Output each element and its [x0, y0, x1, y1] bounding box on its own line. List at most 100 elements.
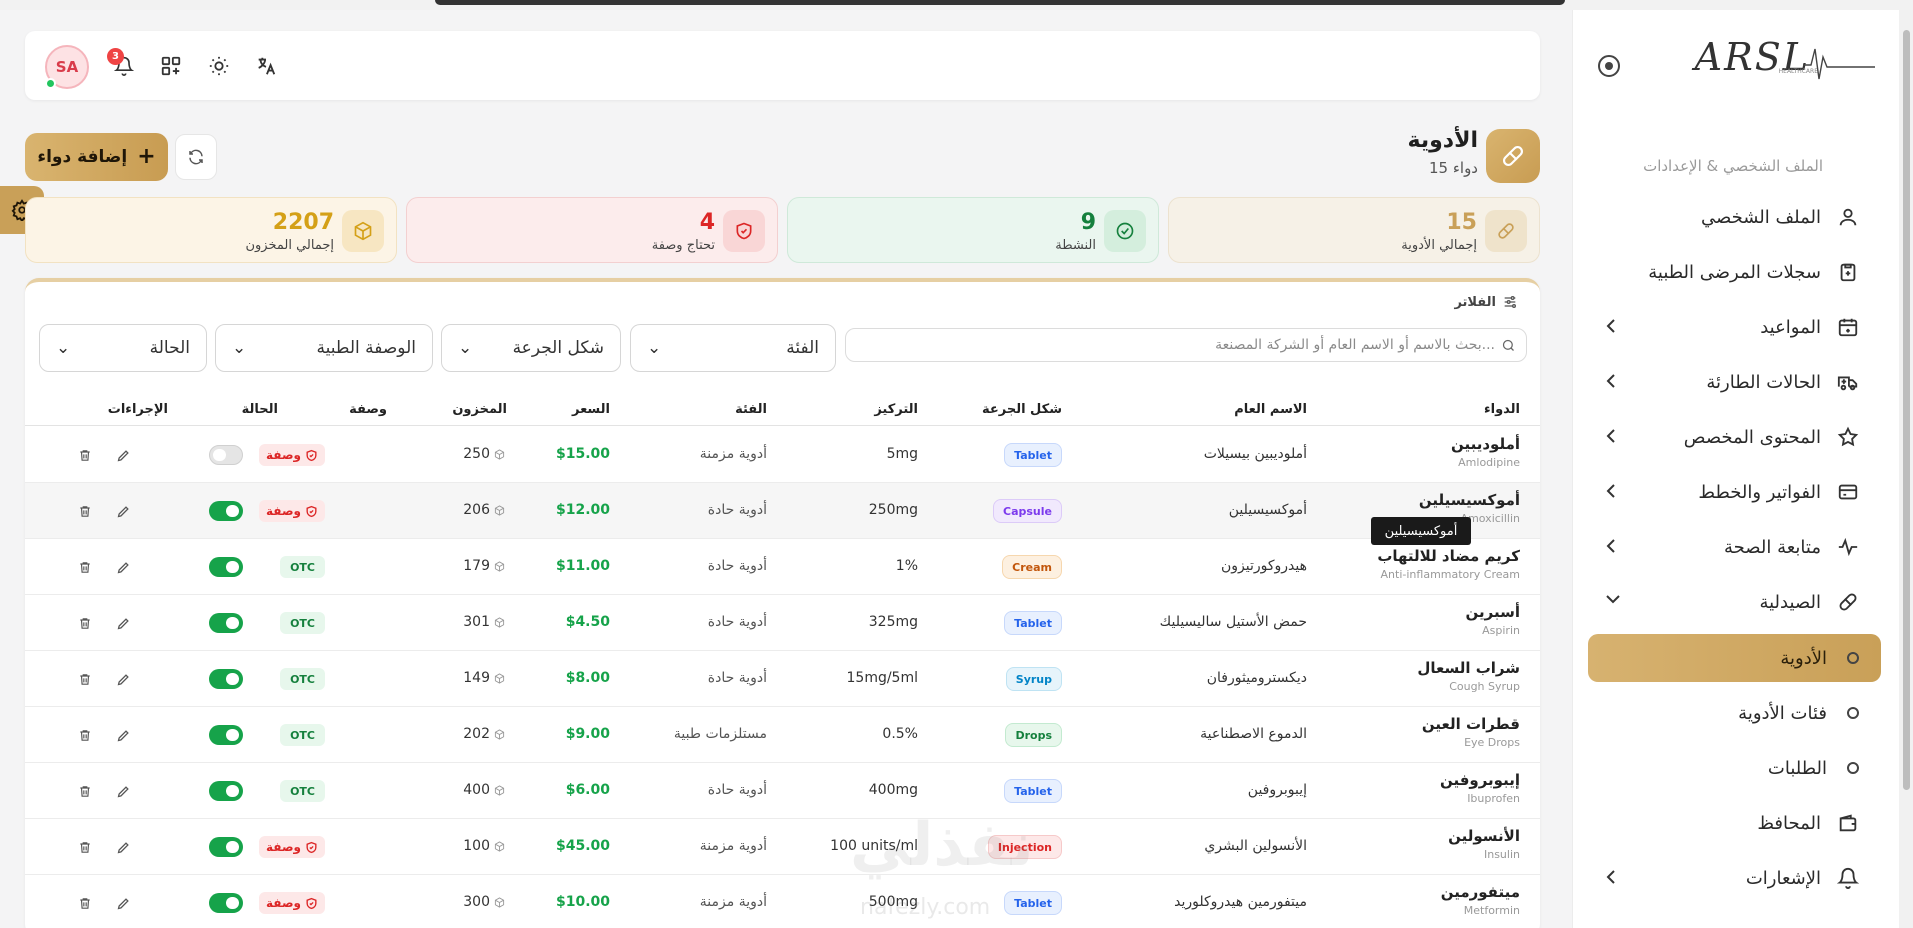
- edit-icon[interactable]: [114, 726, 132, 744]
- drug-name: أموكسيسيلين: [1418, 491, 1520, 509]
- status-toggle[interactable]: [209, 893, 243, 913]
- status-toggle[interactable]: [209, 501, 243, 521]
- edit-icon[interactable]: [114, 614, 132, 632]
- th-drug[interactable]: الدواء: [1484, 402, 1520, 417]
- theme-sun-icon[interactable]: [206, 53, 232, 79]
- sidebar-item-4[interactable]: المحتوى المخصص: [1588, 413, 1881, 461]
- drug-name-cell[interactable]: أسبرين Aspirin: [1466, 603, 1520, 637]
- sidebar-item-10[interactable]: الطلبات: [1588, 744, 1881, 792]
- drug-name-cell[interactable]: ميتفورمين Metformin: [1441, 883, 1520, 917]
- th-generic[interactable]: الاسم العام: [1234, 402, 1307, 417]
- table-row[interactable]: إيبوبروفين Ibuprofen إيبوبروفين Tablet 400mg…: [25, 763, 1540, 819]
- sidebar-item-9[interactable]: فئات الأدوية: [1588, 689, 1881, 737]
- table-row[interactable]: أملوديبين Amlodipine أملوديبين بيسيلات Tabl…: [25, 427, 1540, 483]
- drug-name-cell[interactable]: كريم مضاد للالتهاب Anti-inflammatory Crea…: [1377, 547, 1520, 581]
- edit-icon[interactable]: [114, 446, 132, 464]
- table-row[interactable]: أموكسيسيلين Amoxicillin أموكسيسيلين Capsule…: [25, 483, 1540, 539]
- sidebar-item-6[interactable]: متابعة الصحة: [1588, 523, 1881, 571]
- trash-icon[interactable]: [76, 446, 94, 464]
- drug-name-cell[interactable]: قطرات العين Eye Drops: [1422, 715, 1520, 749]
- status-select[interactable]: ⌄ الحالة: [39, 324, 207, 372]
- stat-active-value: 9: [1080, 210, 1096, 235]
- sidebar-item-1[interactable]: سجلات المرضى الطبية: [1588, 248, 1881, 296]
- strength: 250mg: [868, 502, 918, 518]
- status-toggle[interactable]: [209, 669, 243, 689]
- trash-icon[interactable]: [76, 782, 94, 800]
- drug-name: الأنسولين: [1448, 827, 1520, 845]
- box-icon: [494, 672, 505, 684]
- scrollbar-thumb[interactable]: [1903, 30, 1910, 790]
- generic-name: الدموع الاصطناعية: [1200, 726, 1307, 742]
- trash-icon[interactable]: [76, 894, 94, 912]
- drug-name-en: Anti-inflammatory Cream: [1380, 568, 1520, 581]
- apps-grid-icon[interactable]: [158, 53, 184, 79]
- rx-badge: وصفة: [259, 892, 325, 914]
- sidebar-item-2[interactable]: المواعيد: [1588, 303, 1881, 351]
- edit-icon[interactable]: [114, 782, 132, 800]
- price: $6.00: [565, 782, 610, 798]
- search-input[interactable]: بحث بالاسم أو الاسم العام أو الشركة المص…: [845, 328, 1527, 362]
- category-select[interactable]: ⌄ الفئة: [630, 324, 836, 372]
- status-toggle[interactable]: [209, 725, 243, 745]
- sidebar-item-7[interactable]: الصيدلية: [1588, 578, 1881, 626]
- table-header: الدواء الاسم العام شكل الجرعة التركيز ال…: [25, 392, 1540, 426]
- drug-name-cell[interactable]: شراب السعال Cough Syrup: [1417, 659, 1520, 693]
- rx-label: وصفة: [266, 840, 301, 854]
- table-row[interactable]: قطرات العين Eye Drops الدموع الاصطناعية Dro…: [25, 707, 1540, 763]
- sidebar-toggle-icon[interactable]: [1598, 55, 1620, 77]
- status-toggle[interactable]: [209, 557, 243, 577]
- status-toggle[interactable]: [209, 613, 243, 633]
- category: أدوية حادة: [707, 558, 767, 574]
- drug-name: أسبرين: [1465, 603, 1520, 621]
- prescription-select[interactable]: ⌄ الوصفة الطبية: [215, 324, 433, 372]
- table-row[interactable]: ميتفورمين Metformin ميتفورمين هيدروكلوريد T…: [25, 875, 1540, 928]
- brand-logo[interactable]: ARSL HEALTHCARE: [1590, 35, 1880, 95]
- status-toggle[interactable]: [209, 445, 243, 465]
- trash-icon[interactable]: [76, 726, 94, 744]
- sidebar-item-8[interactable]: الأدوية: [1588, 634, 1881, 682]
- th-form[interactable]: شكل الجرعة: [982, 402, 1062, 417]
- trash-icon[interactable]: [76, 558, 94, 576]
- sidebar-item-11[interactable]: المحافظ: [1588, 799, 1881, 847]
- sidebar-item-0[interactable]: الملف الشخصي: [1588, 193, 1881, 241]
- drug-name-cell[interactable]: إيبوبروفين Ibuprofen: [1440, 771, 1520, 805]
- th-price[interactable]: السعر: [572, 402, 610, 417]
- refresh-button[interactable]: [175, 134, 217, 180]
- shield-check-icon: [306, 505, 317, 517]
- trash-icon[interactable]: [76, 838, 94, 856]
- otc-badge: OTC: [280, 724, 325, 746]
- table-row[interactable]: شراب السعال Cough Syrup ديكستروميثورفان Syr…: [25, 651, 1540, 707]
- sidebar-item-5[interactable]: الفواتير والخطط: [1588, 468, 1881, 516]
- edit-icon[interactable]: [114, 838, 132, 856]
- th-strength[interactable]: التركيز: [874, 402, 918, 417]
- edit-icon[interactable]: [114, 894, 132, 912]
- language-icon[interactable]: [253, 53, 279, 79]
- edit-icon[interactable]: [114, 558, 132, 576]
- trash-icon[interactable]: [76, 670, 94, 688]
- drug-name-cell[interactable]: الأنسولين Insulin: [1448, 827, 1520, 861]
- th-prescription[interactable]: وصفة: [349, 402, 387, 417]
- form-select[interactable]: ⌄ شكل الجرعة: [441, 324, 621, 372]
- price: $8.00: [565, 670, 610, 686]
- price: $45.00: [555, 838, 610, 854]
- sidebar-item-3[interactable]: الحالات الطارئة: [1588, 358, 1881, 406]
- drug-name-cell[interactable]: أملوديبين Amlodipine: [1451, 435, 1520, 469]
- table-row[interactable]: أسبرين Aspirin حمض الأستيل ساليسيليك Tablet…: [25, 595, 1540, 651]
- edit-icon[interactable]: [114, 670, 132, 688]
- chevron-left-icon: [1606, 870, 1615, 884]
- pill-icon: [1486, 129, 1540, 183]
- add-drug-button[interactable]: إضافة دواء +: [25, 133, 168, 181]
- th-status[interactable]: الحالة: [242, 402, 278, 417]
- edit-icon[interactable]: [114, 502, 132, 520]
- status-toggle[interactable]: [209, 781, 243, 801]
- trash-icon[interactable]: [76, 502, 94, 520]
- table-row[interactable]: الأنسولين Insulin الأنسولين البشري Injectio…: [25, 819, 1540, 875]
- category: أدوية حادة: [707, 502, 767, 518]
- category: أدوية حادة: [707, 782, 767, 798]
- th-stock[interactable]: المخزون: [452, 402, 507, 417]
- sidebar-item-12[interactable]: الإشعارات: [1588, 854, 1881, 902]
- trash-icon[interactable]: [76, 614, 94, 632]
- th-category[interactable]: الفئة: [735, 402, 767, 417]
- status-toggle[interactable]: [209, 837, 243, 857]
- table-row[interactable]: كريم مضاد للالتهاب Anti-inflammatory Crea…: [25, 539, 1540, 595]
